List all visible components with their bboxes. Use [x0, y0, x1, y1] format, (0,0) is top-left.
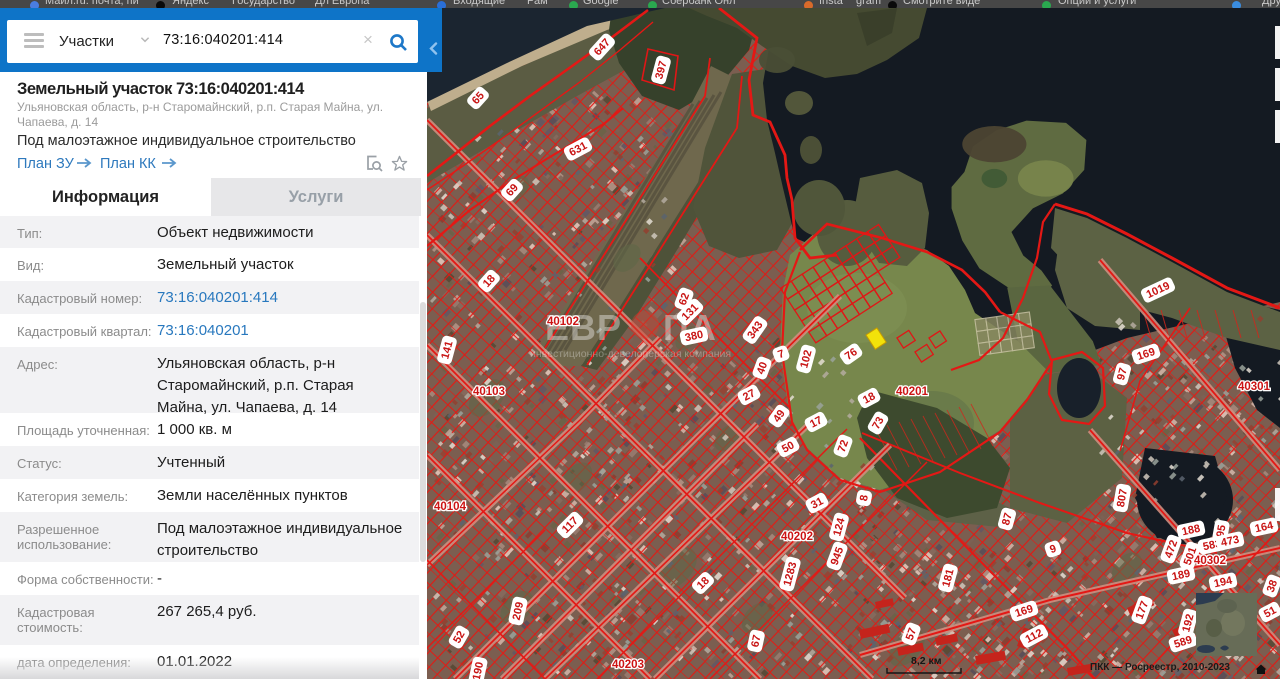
svg-text:40202: 40202	[781, 531, 813, 543]
svg-text:40302: 40302	[1194, 555, 1226, 567]
svg-text:40201: 40201	[896, 386, 929, 398]
svg-text:40301: 40301	[1238, 381, 1271, 393]
svg-text:инвестиционно-девелоперская ко: инвестиционно-девелоперская компания	[530, 348, 731, 360]
svg-text:8,2 км: 8,2 км	[911, 655, 942, 667]
svg-text:40203: 40203	[612, 659, 644, 671]
svg-text:40104: 40104	[434, 501, 467, 513]
svg-text:40102: 40102	[547, 316, 579, 328]
svg-text:ПКК — Росреестр, 2010-2023: ПКК — Росреестр, 2010-2023	[1090, 662, 1230, 673]
svg-text:40103: 40103	[473, 386, 505, 398]
svg-text:67: 67	[749, 634, 763, 648]
